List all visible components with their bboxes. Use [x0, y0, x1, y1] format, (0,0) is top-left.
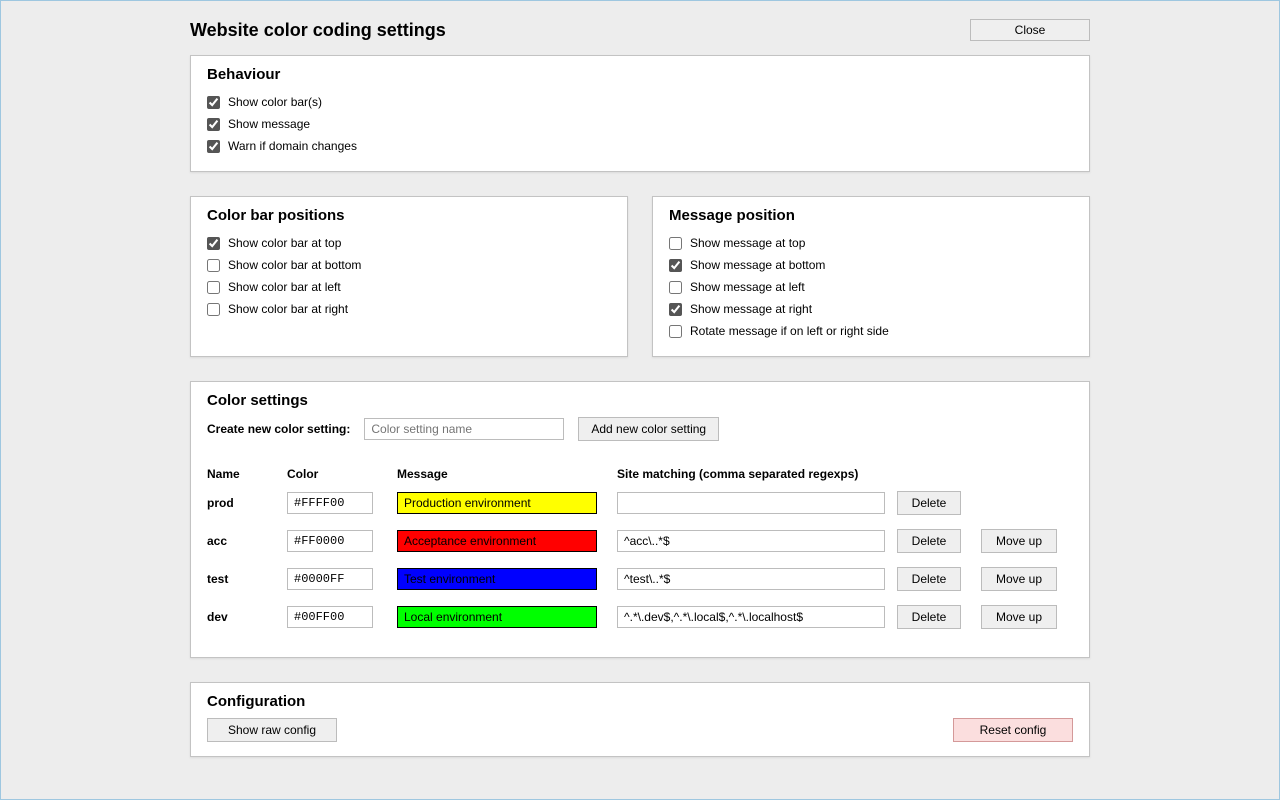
message-position-checkbox-3[interactable] [669, 303, 682, 316]
row-name: test [207, 572, 287, 586]
bar-positions-title: Color bar positions [207, 207, 611, 224]
row-delete-button[interactable]: Delete [897, 491, 961, 515]
row-site-input[interactable] [617, 492, 885, 514]
create-name-input[interactable] [364, 418, 564, 440]
message-position-label-4: Rotate message if on left or right side [690, 324, 889, 338]
color-settings-panel: Color settings Create new color setting:… [190, 381, 1090, 658]
bar-position-checkbox-2[interactable] [207, 281, 220, 294]
color-row-dev: dev Delete Move up [207, 605, 1073, 629]
color-row-prod: prod Delete [207, 491, 1073, 515]
create-label: Create new color setting: [207, 422, 350, 436]
row-name: dev [207, 610, 287, 624]
configuration-title: Configuration [207, 693, 1073, 710]
configuration-panel: Configuration Show raw config Reset conf… [190, 682, 1090, 757]
bar-positions-panel: Color bar positions Show color bar at to… [190, 196, 628, 357]
row-message-input[interactable] [397, 492, 597, 514]
behaviour-label-0: Show color bar(s) [228, 95, 322, 109]
show-raw-config-button[interactable]: Show raw config [207, 718, 337, 742]
row-color-input[interactable] [287, 492, 373, 514]
message-position-checkbox-1[interactable] [669, 259, 682, 272]
bar-position-item-1[interactable]: Show color bar at bottom [207, 254, 611, 276]
message-position-item-2[interactable]: Show message at left [669, 276, 1073, 298]
row-site-input[interactable] [617, 530, 885, 552]
behaviour-panel: Behaviour Show color bar(s) Show message W… [190, 55, 1090, 172]
bar-position-item-2[interactable]: Show color bar at left [207, 276, 611, 298]
message-position-checkbox-0[interactable] [669, 237, 682, 250]
row-delete-button[interactable]: Delete [897, 605, 961, 629]
row-color-input[interactable] [287, 606, 373, 628]
row-name: acc [207, 534, 287, 548]
message-position-label-2: Show message at left [690, 280, 805, 294]
bar-position-label-2: Show color bar at left [228, 280, 341, 294]
add-color-setting-button[interactable]: Add new color setting [578, 417, 719, 441]
close-button[interactable]: Close [970, 19, 1090, 41]
message-position-item-4[interactable]: Rotate message if on left or right side [669, 320, 1073, 342]
row-moveup-button[interactable]: Move up [981, 605, 1057, 629]
bar-position-checkbox-0[interactable] [207, 237, 220, 250]
col-color: Color [287, 467, 397, 481]
col-name: Name [207, 467, 287, 481]
page-title: Website color coding settings [190, 20, 446, 41]
message-position-item-1[interactable]: Show message at bottom [669, 254, 1073, 276]
message-position-item-0[interactable]: Show message at top [669, 232, 1073, 254]
behaviour-title: Behaviour [207, 66, 1073, 83]
bar-position-checkbox-1[interactable] [207, 259, 220, 272]
behaviour-item-0[interactable]: Show color bar(s) [207, 91, 1073, 113]
message-position-label-0: Show message at top [690, 236, 805, 250]
behaviour-checkbox-1[interactable] [207, 118, 220, 131]
behaviour-label-2: Warn if domain changes [228, 139, 357, 153]
row-message-input[interactable] [397, 568, 597, 590]
color-row-acc: acc Delete Move up [207, 529, 1073, 553]
color-row-test: test Delete Move up [207, 567, 1073, 591]
row-moveup-button[interactable]: Move up [981, 567, 1057, 591]
message-position-panel: Message position Show message at top Show… [652, 196, 1090, 357]
message-position-label-1: Show message at bottom [690, 258, 825, 272]
behaviour-label-1: Show message [228, 117, 310, 131]
row-site-input[interactable] [617, 568, 885, 590]
col-site: Site matching (comma separated regexps) [617, 467, 897, 481]
message-position-label-3: Show message at right [690, 302, 812, 316]
behaviour-checkbox-0[interactable] [207, 96, 220, 109]
bar-position-label-1: Show color bar at bottom [228, 258, 361, 272]
message-position-checkbox-4[interactable] [669, 325, 682, 338]
col-message: Message [397, 467, 617, 481]
behaviour-item-1[interactable]: Show message [207, 113, 1073, 135]
message-position-item-3[interactable]: Show message at right [669, 298, 1073, 320]
bar-position-item-0[interactable]: Show color bar at top [207, 232, 611, 254]
bar-position-item-3[interactable]: Show color bar at right [207, 298, 611, 320]
row-delete-button[interactable]: Delete [897, 567, 961, 591]
bar-position-label-3: Show color bar at right [228, 302, 348, 316]
row-color-input[interactable] [287, 530, 373, 552]
message-position-title: Message position [669, 207, 1073, 224]
row-site-input[interactable] [617, 606, 885, 628]
bar-position-checkbox-3[interactable] [207, 303, 220, 316]
row-name: prod [207, 496, 287, 510]
reset-config-button[interactable]: Reset config [953, 718, 1073, 742]
behaviour-item-2[interactable]: Warn if domain changes [207, 135, 1073, 157]
behaviour-checkbox-2[interactable] [207, 140, 220, 153]
row-message-input[interactable] [397, 606, 597, 628]
row-message-input[interactable] [397, 530, 597, 552]
row-moveup-button[interactable]: Move up [981, 529, 1057, 553]
color-settings-title: Color settings [207, 392, 1073, 409]
message-position-checkbox-2[interactable] [669, 281, 682, 294]
row-color-input[interactable] [287, 568, 373, 590]
bar-position-label-0: Show color bar at top [228, 236, 341, 250]
row-delete-button[interactable]: Delete [897, 529, 961, 553]
